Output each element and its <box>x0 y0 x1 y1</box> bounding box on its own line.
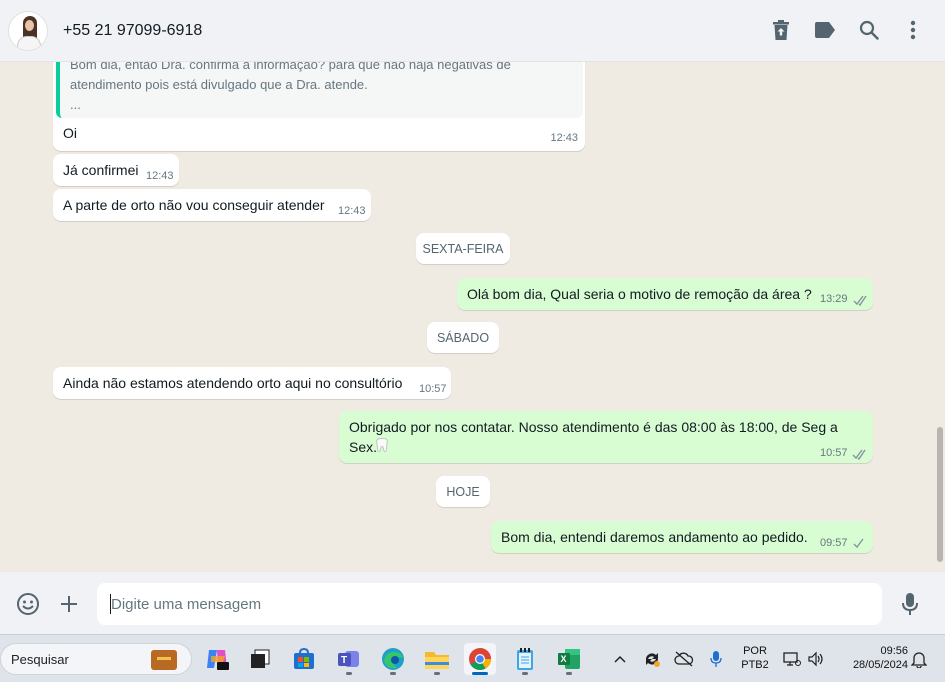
message-time: 10:57 <box>419 383 447 395</box>
message-time: 12:43 <box>338 205 366 217</box>
message-text: A parte de orto não vou conseguir atende… <box>63 197 325 213</box>
read-ticks-icon <box>853 293 869 309</box>
message-bubble[interactable]: Ainda não estamos atendendo orto aqui no… <box>53 367 451 399</box>
quoted-message[interactable]: Bom dia, então Dra. confirma a informaçã… <box>56 62 583 118</box>
archive-icon[interactable] <box>769 18 793 42</box>
microphone-icon[interactable] <box>898 592 922 616</box>
menu-icon[interactable] <box>901 18 925 42</box>
quoted-line: atendimento pois está divulgado que a Dr… <box>70 77 368 92</box>
notepad-icon[interactable] <box>509 643 541 675</box>
message-text: Já confirmei <box>63 162 139 178</box>
tooth-icon <box>376 438 388 455</box>
message-time: 10:57 <box>820 447 848 459</box>
microsoft-store-icon[interactable] <box>288 643 320 675</box>
message-input[interactable] <box>97 583 882 625</box>
message-time: 12:43 <box>146 170 174 182</box>
contact-avatar[interactable] <box>8 10 48 51</box>
network-icon[interactable] <box>782 649 802 669</box>
windows-taskbar: Pesquisar T X POR PTB2 09:56 28/05/2024 <box>0 634 945 682</box>
chat-header: +55 21 97099-6918 <box>0 0 945 62</box>
message-text: Oi <box>63 125 77 141</box>
quoted-line: Bom dia, então Dra. confirma a informaçã… <box>70 62 511 72</box>
day-separator: SEXTA-FEIRA <box>416 233 510 264</box>
message-bubble[interactable]: Já confirmei 12:43 <box>53 154 179 186</box>
message-bubble[interactable]: A parte de orto não vou conseguir atende… <box>53 189 371 221</box>
copilot-icon[interactable] <box>201 643 233 675</box>
message-bubble[interactable]: Olá bom dia, Qual seria o motivo de remo… <box>457 278 873 310</box>
message-time: 12:43 <box>550 132 578 144</box>
message-time: 13:29 <box>820 293 848 305</box>
input-language[interactable]: POR PTB2 <box>735 644 775 672</box>
edge-icon[interactable] <box>377 643 409 675</box>
excel-icon[interactable]: X <box>553 643 585 675</box>
microphone-tray-icon[interactable] <box>706 649 726 669</box>
clock-time: 09:56 <box>880 645 908 657</box>
read-ticks-icon <box>852 447 868 463</box>
emoji-icon[interactable] <box>16 592 40 616</box>
chat-scrollbar[interactable] <box>937 427 943 562</box>
contact-name[interactable]: +55 21 97099-6918 <box>63 22 202 40</box>
label-icon[interactable] <box>813 18 837 42</box>
message-text: Ainda não estamos atendendo orto aqui no… <box>63 375 403 391</box>
chrome-icon[interactable] <box>464 643 496 675</box>
message-time: 09:57 <box>820 537 848 549</box>
clock-date: 28/05/2024 <box>852 659 908 671</box>
quoted-line: ... <box>70 97 81 112</box>
notification-bell-icon[interactable] <box>909 649 929 669</box>
message-bubble[interactable]: Bom dia, entendi daremos andamento ao pe… <box>491 521 873 553</box>
day-separator: HOJE <box>436 476 490 507</box>
cloud-offline-icon[interactable] <box>674 649 694 669</box>
task-view-icon[interactable] <box>244 643 276 675</box>
search-icon[interactable] <box>857 18 881 42</box>
message-bubble[interactable]: Obrigado por nos contatar. Nosso atendim… <box>339 411 873 463</box>
file-explorer-icon[interactable] <box>421 643 453 675</box>
chevron-up-icon[interactable] <box>610 649 630 669</box>
volume-icon[interactable] <box>806 649 826 669</box>
sync-icon[interactable] <box>642 649 662 669</box>
chat-area[interactable]: Bom dia, então Dra. confirma a informaçã… <box>0 62 945 572</box>
message-text: Bom dia, entendi daremos andamento ao pe… <box>501 529 808 545</box>
message-bubble[interactable]: Bom dia, então Dra. confirma a informaçã… <box>53 62 585 151</box>
taskbar-search[interactable]: Pesquisar <box>0 643 192 675</box>
taskbar-search-label: Pesquisar <box>11 651 69 667</box>
teams-icon[interactable]: T <box>333 643 365 675</box>
system-clock[interactable]: 09:56 28/05/2024 <box>836 644 908 672</box>
day-separator: SÁBADO <box>427 322 499 353</box>
sent-tick-icon <box>852 536 866 552</box>
svg-text:X: X <box>561 654 567 664</box>
message-text: Obrigado por nos contatar. Nosso atendim… <box>349 419 838 455</box>
message-composer <box>0 572 945 634</box>
keyboard-layout: PTB2 <box>741 659 769 671</box>
text-cursor <box>110 594 111 614</box>
attach-plus-icon[interactable] <box>57 592 81 616</box>
search-highlight-icon <box>151 650 177 670</box>
language-code: POR <box>743 645 767 657</box>
svg-text:T: T <box>341 655 347 666</box>
message-text: Olá bom dia, Qual seria o motivo de remo… <box>467 286 812 302</box>
